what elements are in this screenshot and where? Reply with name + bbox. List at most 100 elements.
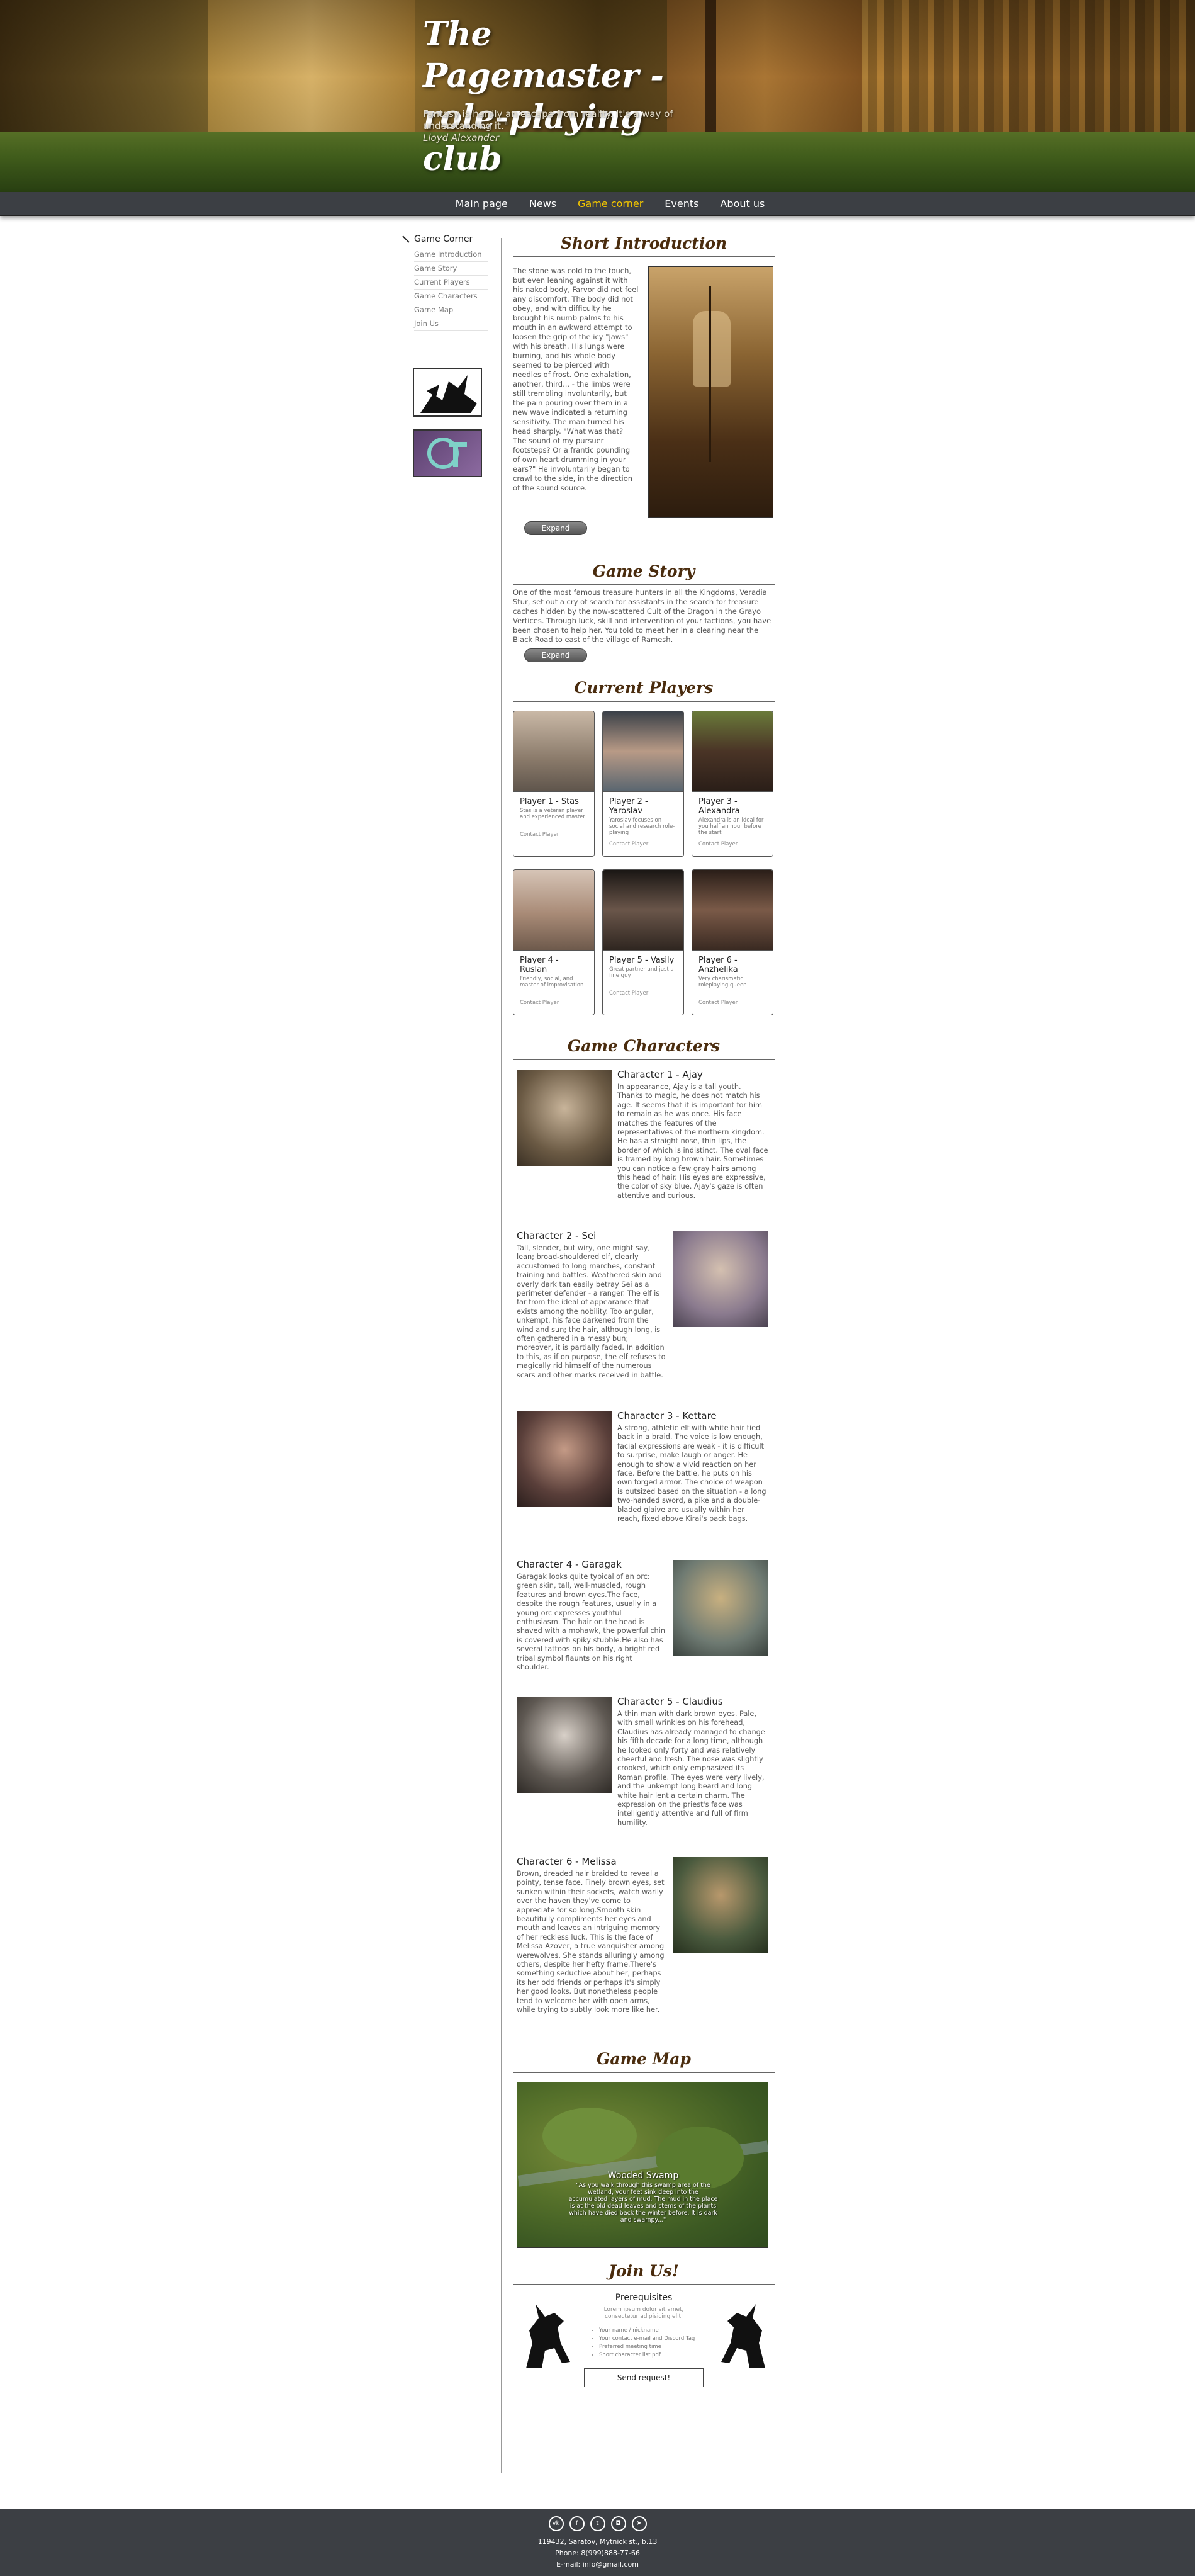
character-portrait (517, 1411, 612, 1507)
unicorn-icon (526, 2304, 570, 2368)
map-title: Game Map (513, 2050, 775, 2073)
character-name: Character 5 - Claudius (617, 1696, 723, 1707)
story-title: Game Story (513, 562, 775, 585)
character-entry: Character 2 - Sei Tall, slender, but wir… (513, 1230, 775, 1399)
player-name: Player 3 - Alexandra (698, 797, 740, 816)
character-portrait (517, 1697, 612, 1793)
map-caption: Wooded Swamp "As you walk through this s… (568, 2171, 719, 2223)
twitter-icon[interactable]: t (590, 2516, 605, 2531)
player-name: Player 1 - Stas (520, 797, 579, 806)
players-title: Current Players (513, 679, 775, 702)
player-desc: Friendly, social, and master of improvis… (520, 976, 584, 988)
story-text: One of the most famous treasure hunters … (513, 588, 771, 644)
character-name: Character 1 - Ajay (617, 1069, 703, 1080)
character-description: Garagak looks quite typical of an orc: g… (517, 1573, 665, 1672)
list-item: Your name / nickname (599, 2327, 697, 2335)
quote-text: Fantasy is hardly an escape from reality… (423, 108, 673, 132)
intro-title: Short Introduction (513, 234, 775, 257)
telegram-icon[interactable]: ➤ (631, 2516, 647, 2531)
player-card: Player 1 - Stas Stas is a veteran player… (513, 711, 595, 857)
sidebar-title: Game Corner (414, 234, 473, 244)
character-name: Character 4 - Garagak (517, 1559, 622, 1570)
player-card: Player 2 - Yaroslav Yaroslav focuses on … (602, 711, 684, 857)
player-desc: Alexandra is an ideal for you half an ho… (698, 817, 764, 836)
character-entry: Character 5 - Claudius A thin man with d… (513, 1696, 775, 1844)
player-card: Player 3 - Alexandra Alexandra is an ide… (692, 711, 773, 857)
player-desc: Very charismatic roleplaying queen (698, 976, 747, 988)
send-request-button[interactable]: Send request! (584, 2368, 704, 2387)
contact-player-link[interactable]: Contact Player (692, 836, 773, 852)
ship-image (648, 266, 773, 518)
player-card: Player 5 - Vasily Great partner and just… (602, 869, 684, 1015)
nav-news[interactable]: News (529, 198, 556, 210)
player-photo (603, 870, 683, 951)
site-title: The Pagemaster - role-playing club (423, 15, 665, 178)
sidebar-item-game-story[interactable]: Game Story (414, 262, 488, 276)
character-entry: Character 3 - Kettare A strong, athletic… (513, 1410, 775, 1547)
list-item: Short character list pdf (599, 2351, 697, 2359)
player-card: Player 4 - Ruslan Friendly, social, and … (513, 869, 595, 1015)
contact-player-link[interactable]: Contact Player (513, 827, 594, 843)
sidebar-item-join-us[interactable]: Join Us (414, 317, 488, 331)
player-desc: Great partner and just a fine guy (609, 966, 674, 979)
player-name: Player 2 - Yaroslav (609, 797, 648, 816)
map-caption-title: Wooded Swamp (607, 2171, 679, 2181)
club-logo-image (413, 429, 482, 477)
join-title: Join Us! (513, 2262, 775, 2285)
game-map-image: Wooded Swamp "As you walk through this s… (517, 2082, 768, 2248)
sidebar-menu: Game Introduction Game Story Current Pla… (414, 248, 488, 331)
character-description: In appearance, Ajay is a tall youth. Tha… (617, 1083, 768, 1200)
player-name: Player 4 - Ruslan (520, 956, 559, 974)
facebook-icon[interactable]: f (569, 2516, 585, 2531)
players-grid: Player 1 - Stas Stas is a veteran player… (513, 711, 775, 1015)
footer-address: 119432, Saratov, Mytnick st., b.13 (537, 2538, 658, 2546)
sidebar: Game Corner Game Introduction Game Story… (400, 234, 488, 477)
character-entry: Character 4 - Garagak Garagak looks quit… (513, 1559, 775, 1685)
character-entry: Character 6 - Melissa Brown, dreaded hai… (513, 1856, 775, 2038)
header-quote: Fantasy is hardly an escape from reality… (423, 108, 675, 144)
nav-events[interactable]: Events (665, 198, 698, 210)
character-name: Character 6 - Melissa (517, 1856, 617, 1867)
list-item: Preferred meeting time (599, 2343, 697, 2351)
player-photo (603, 711, 683, 792)
intro-section: The stone was cold to the touch, but eve… (513, 266, 775, 562)
prerequisites-list: Your name / nickname Your contact e-mail… (590, 2327, 697, 2359)
contact-player-link[interactable]: Contact Player (603, 985, 683, 1002)
character-description: Brown, dreaded hair braided to reveal a … (517, 1870, 665, 2014)
nav-game-corner[interactable]: Game corner (578, 198, 643, 210)
sidebar-item-game-introduction[interactable]: Game Introduction (414, 248, 488, 262)
social-icons: vk f t ◘ ➤ (0, 2516, 1195, 2531)
character-description: A strong, athletic elf with white hair t… (617, 1424, 766, 1523)
footer: vk f t ◘ ➤ 119432, Saratov, Mytnick st.,… (0, 2509, 1195, 2576)
character-description: Tall, slender, but wiry, one might say, … (517, 1244, 666, 1379)
dragon-rider-image (413, 368, 482, 417)
character-portrait (673, 1231, 768, 1327)
character-name: Character 3 - Kettare (617, 1410, 717, 1421)
footer-phone: Phone: 8(999)888-77-66 (555, 2549, 640, 2557)
sidebar-item-game-map[interactable]: Game Map (414, 303, 488, 317)
content-divider (501, 238, 502, 2473)
contact-player-link[interactable]: Contact Player (603, 836, 683, 852)
story-expand-button[interactable]: Expand (524, 648, 587, 662)
intro-expand-button[interactable]: Expand (524, 521, 587, 535)
sidebar-item-game-characters[interactable]: Game Characters (414, 290, 488, 303)
story-section: Game Story One of the most famous treasu… (513, 562, 775, 662)
player-photo (513, 870, 594, 951)
main-content: Short Introduction The stone was cold to… (513, 234, 775, 2412)
player-name: Player 5 - Vasily (609, 956, 675, 965)
sidebar-item-current-players[interactable]: Current Players (414, 276, 488, 290)
contact-player-link[interactable]: Contact Player (692, 995, 773, 1011)
sidebar-header: Game Corner (400, 234, 488, 244)
contact-player-link[interactable]: Contact Player (513, 995, 594, 1011)
characters-title: Game Characters (513, 1037, 775, 1060)
character-name: Character 2 - Sei (517, 1230, 597, 1241)
footer-email[interactable]: E-mail: info@gmail.com (0, 2559, 1195, 2570)
vk-icon[interactable]: vk (548, 2516, 564, 2531)
instagram-icon[interactable]: ◘ (610, 2516, 626, 2531)
character-portrait (517, 1070, 612, 1166)
player-desc: Stas is a veteran player and experienced… (520, 808, 585, 820)
join-lead-text: Lorem ipsum dolor sit amet, consectetur … (603, 2307, 684, 2320)
nav-about-us[interactable]: About us (720, 198, 765, 210)
nav-main-page[interactable]: Main page (456, 198, 508, 210)
unicorn-icon (721, 2304, 765, 2368)
